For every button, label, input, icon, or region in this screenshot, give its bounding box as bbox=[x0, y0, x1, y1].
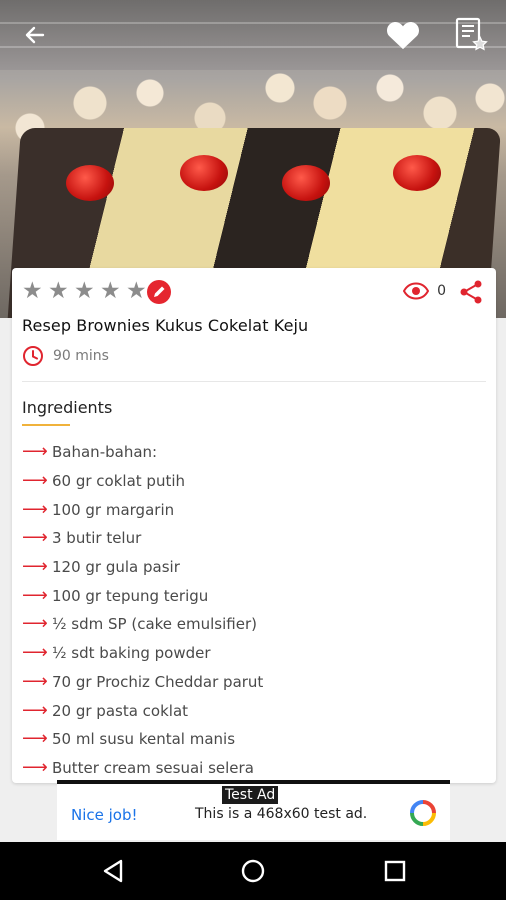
share-button[interactable] bbox=[458, 279, 484, 305]
edit-rating-button[interactable] bbox=[147, 280, 171, 304]
nav-home-button[interactable] bbox=[238, 856, 268, 886]
arrow-right-icon: ⟶ bbox=[22, 527, 48, 549]
ingredient-item: ⟶ 20 gr pasta coklat bbox=[22, 699, 189, 721]
ad-body-text[interactable]: This is a 468x60 test ad. bbox=[195, 806, 367, 822]
star-icon[interactable]: ★ bbox=[100, 280, 123, 303]
arrow-right-icon: ⟶ bbox=[22, 613, 48, 635]
arrow-right-icon: ⟶ bbox=[22, 441, 48, 463]
triangle-back-icon bbox=[103, 859, 123, 883]
arrow-right-icon: ⟶ bbox=[22, 756, 48, 778]
ad-logo-icon[interactable] bbox=[410, 800, 436, 826]
pencil-icon bbox=[154, 286, 165, 297]
ad-nice-text[interactable]: Nice job! bbox=[71, 806, 138, 824]
heart-icon bbox=[387, 22, 419, 50]
system-navigation-bar bbox=[0, 842, 506, 900]
arrow-left-icon bbox=[25, 26, 45, 44]
arrow-right-icon: ⟶ bbox=[22, 699, 48, 721]
views-count: 0 bbox=[437, 283, 446, 299]
ingredient-item: ⟶ 100 gr tepung terigu bbox=[22, 584, 209, 606]
recipe-title: Resep Brownies Kukus Cokelat Keju bbox=[22, 316, 309, 335]
back-button[interactable] bbox=[18, 20, 52, 50]
nav-recents-button[interactable] bbox=[380, 856, 410, 886]
hero-cherry bbox=[393, 155, 441, 191]
ingredients-list: ⟶ Bahan-bahan: ⟶ 60 gr coklat putih ⟶ 100 g… bbox=[22, 438, 263, 782]
ad-banner[interactable]: Test Ad Nice job! This is a 468x60 test … bbox=[57, 780, 450, 840]
hero-cherry bbox=[180, 155, 228, 191]
star-icon[interactable]: ★ bbox=[126, 280, 149, 303]
arrow-right-icon: ⟶ bbox=[22, 584, 48, 606]
arrow-right-icon: ⟶ bbox=[22, 498, 48, 520]
views-counter: 0 bbox=[403, 282, 446, 300]
bookmark-list-icon bbox=[455, 17, 488, 51]
bookmark-list-button[interactable] bbox=[452, 15, 490, 55]
eye-icon bbox=[403, 282, 430, 300]
ingredient-item: ⟶ ½ sdt baking powder bbox=[22, 642, 211, 664]
ingredient-item: ⟶ Butter cream sesuai selera bbox=[22, 756, 254, 778]
arrow-right-icon: ⟶ bbox=[22, 670, 48, 692]
hero-cherry bbox=[66, 165, 114, 201]
ad-label: Test Ad bbox=[222, 786, 279, 804]
arrow-right-icon: ⟶ bbox=[22, 470, 48, 492]
ingredient-item: ⟶ 120 gr gula pasir bbox=[22, 556, 180, 578]
ingredients-heading-underline bbox=[22, 424, 70, 426]
star-icon[interactable]: ★ bbox=[22, 280, 45, 303]
star-icon[interactable]: ★ bbox=[74, 280, 97, 303]
nav-back-button[interactable] bbox=[98, 856, 128, 886]
ingredient-item: ⟶ Bahan-bahan: bbox=[22, 441, 158, 463]
favorite-button[interactable] bbox=[383, 16, 423, 54]
ingredient-item: ⟶ 100 gr margarin bbox=[22, 498, 175, 520]
rating-stars[interactable]: ★ ★ ★ ★ ★ bbox=[22, 280, 152, 303]
ingredient-item: ⟶ 60 gr coklat putih bbox=[22, 470, 186, 492]
ingredient-item: ⟶ 3 butir telur bbox=[22, 527, 142, 549]
cooking-time: 90 mins bbox=[22, 345, 109, 367]
square-recents-icon bbox=[384, 860, 406, 882]
recipe-card: ★ ★ ★ ★ ★ 0 Resep Brownies Kukus Cokelat… bbox=[12, 268, 496, 783]
share-icon bbox=[460, 280, 482, 304]
ingredient-item: ⟶ 50 ml susu kental manis bbox=[22, 728, 236, 750]
clock-icon bbox=[23, 346, 43, 366]
arrow-right-icon: ⟶ bbox=[22, 728, 48, 750]
ingredient-item: ⟶ ½ sdm SP (cake emulsifier) bbox=[22, 613, 257, 635]
ingredient-item: ⟶ 70 gr Prochiz Cheddar parut bbox=[22, 670, 264, 692]
ingredients-heading: Ingredients bbox=[22, 398, 113, 417]
star-icon[interactable]: ★ bbox=[48, 280, 71, 303]
divider bbox=[22, 381, 486, 382]
hero-cherry bbox=[282, 165, 330, 201]
top-app-bar bbox=[0, 0, 506, 70]
arrow-right-icon: ⟶ bbox=[22, 556, 48, 578]
circle-home-icon bbox=[241, 859, 265, 883]
arrow-right-icon: ⟶ bbox=[22, 642, 48, 664]
cooking-time-text: 90 mins bbox=[53, 348, 109, 364]
